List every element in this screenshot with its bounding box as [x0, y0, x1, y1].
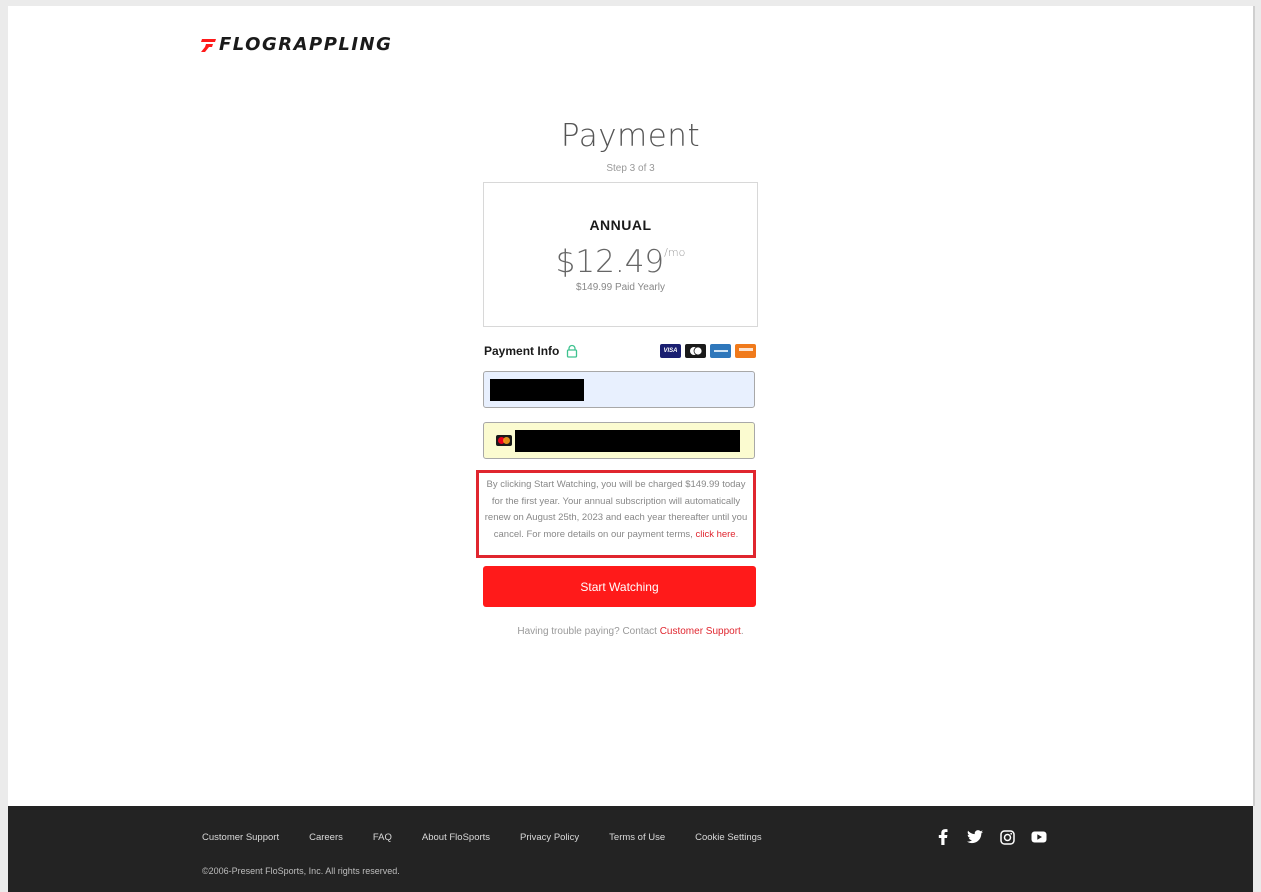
payment-help: Having trouble paying? Contact Customer …: [0, 626, 1261, 637]
youtube-icon[interactable]: [1030, 828, 1048, 846]
plan-price-amount: $12.49: [555, 244, 665, 280]
window-edge: [1253, 6, 1255, 806]
footer-link-about[interactable]: About FloSports: [422, 832, 490, 843]
mastercard-card-icon: [685, 344, 706, 358]
help-end: .: [740, 626, 744, 637]
discover-card-icon: [735, 344, 756, 358]
help-text: Having trouble paying? Contact: [517, 626, 660, 637]
footer-link-careers[interactable]: Careers: [309, 832, 343, 843]
plan-price: $12.49/mo: [484, 235, 757, 280]
plan-price-period: /mo: [664, 246, 686, 259]
logo-mark-icon: [201, 38, 216, 52]
lock-icon: [567, 344, 578, 358]
payment-terms-notice: By clicking Start Watching, you will be …: [476, 470, 756, 558]
page-title: Payment: [560, 118, 701, 154]
footer-link-privacy[interactable]: Privacy Policy: [520, 832, 579, 843]
footer-links: Customer Support Careers FAQ About FloSp…: [202, 832, 792, 843]
redacted-card-value: [515, 430, 740, 452]
logo-text-bold: FLO: [219, 34, 262, 55]
start-watching-button[interactable]: Start Watching: [483, 566, 756, 607]
instagram-icon[interactable]: [998, 828, 1016, 846]
page: FLO GRAPPLING Payment Step 3 of 3 ANNUAL …: [0, 0, 1261, 892]
card-number-field[interactable]: [483, 422, 755, 459]
visa-card-icon: VISA: [660, 344, 681, 358]
footer: Customer Support Careers FAQ About FloSp…: [8, 806, 1253, 892]
plan-card: ANNUAL $12.49/mo $149.99 Paid Yearly: [483, 182, 758, 327]
plan-name: ANNUAL: [589, 217, 652, 233]
terms-end: .: [735, 528, 739, 540]
amex-card-icon: [710, 344, 731, 358]
copyright: ©2006-Present FloSports, Inc. All rights…: [202, 866, 400, 876]
flograppling-logo[interactable]: FLO GRAPPLING: [200, 34, 392, 55]
accepted-cards: VISA: [660, 344, 756, 358]
footer-link-customer-support[interactable]: Customer Support: [202, 832, 279, 843]
payment-info-label: Payment Info: [484, 344, 560, 358]
customer-support-link[interactable]: Customer Support: [660, 626, 741, 637]
terms-click-here-link[interactable]: click here: [695, 529, 735, 540]
plan-billed-yearly: $149.99 Paid Yearly: [576, 282, 665, 293]
cardholder-name-field[interactable]: [483, 371, 755, 408]
footer-link-faq[interactable]: FAQ: [373, 832, 392, 843]
logo-text-rest: GRAPPLING: [261, 34, 393, 55]
facebook-icon[interactable]: [934, 828, 952, 846]
step-indicator: Step 3 of 3: [606, 163, 655, 174]
footer-link-terms[interactable]: Terms of Use: [609, 832, 665, 843]
payment-info-header: Payment Info VISA: [484, 342, 756, 360]
mastercard-icon: [496, 435, 512, 446]
redacted-name-value: [490, 379, 584, 401]
footer-link-cookie-settings[interactable]: Cookie Settings: [695, 832, 762, 843]
twitter-icon[interactable]: [966, 828, 984, 846]
social-links: [934, 828, 1048, 846]
